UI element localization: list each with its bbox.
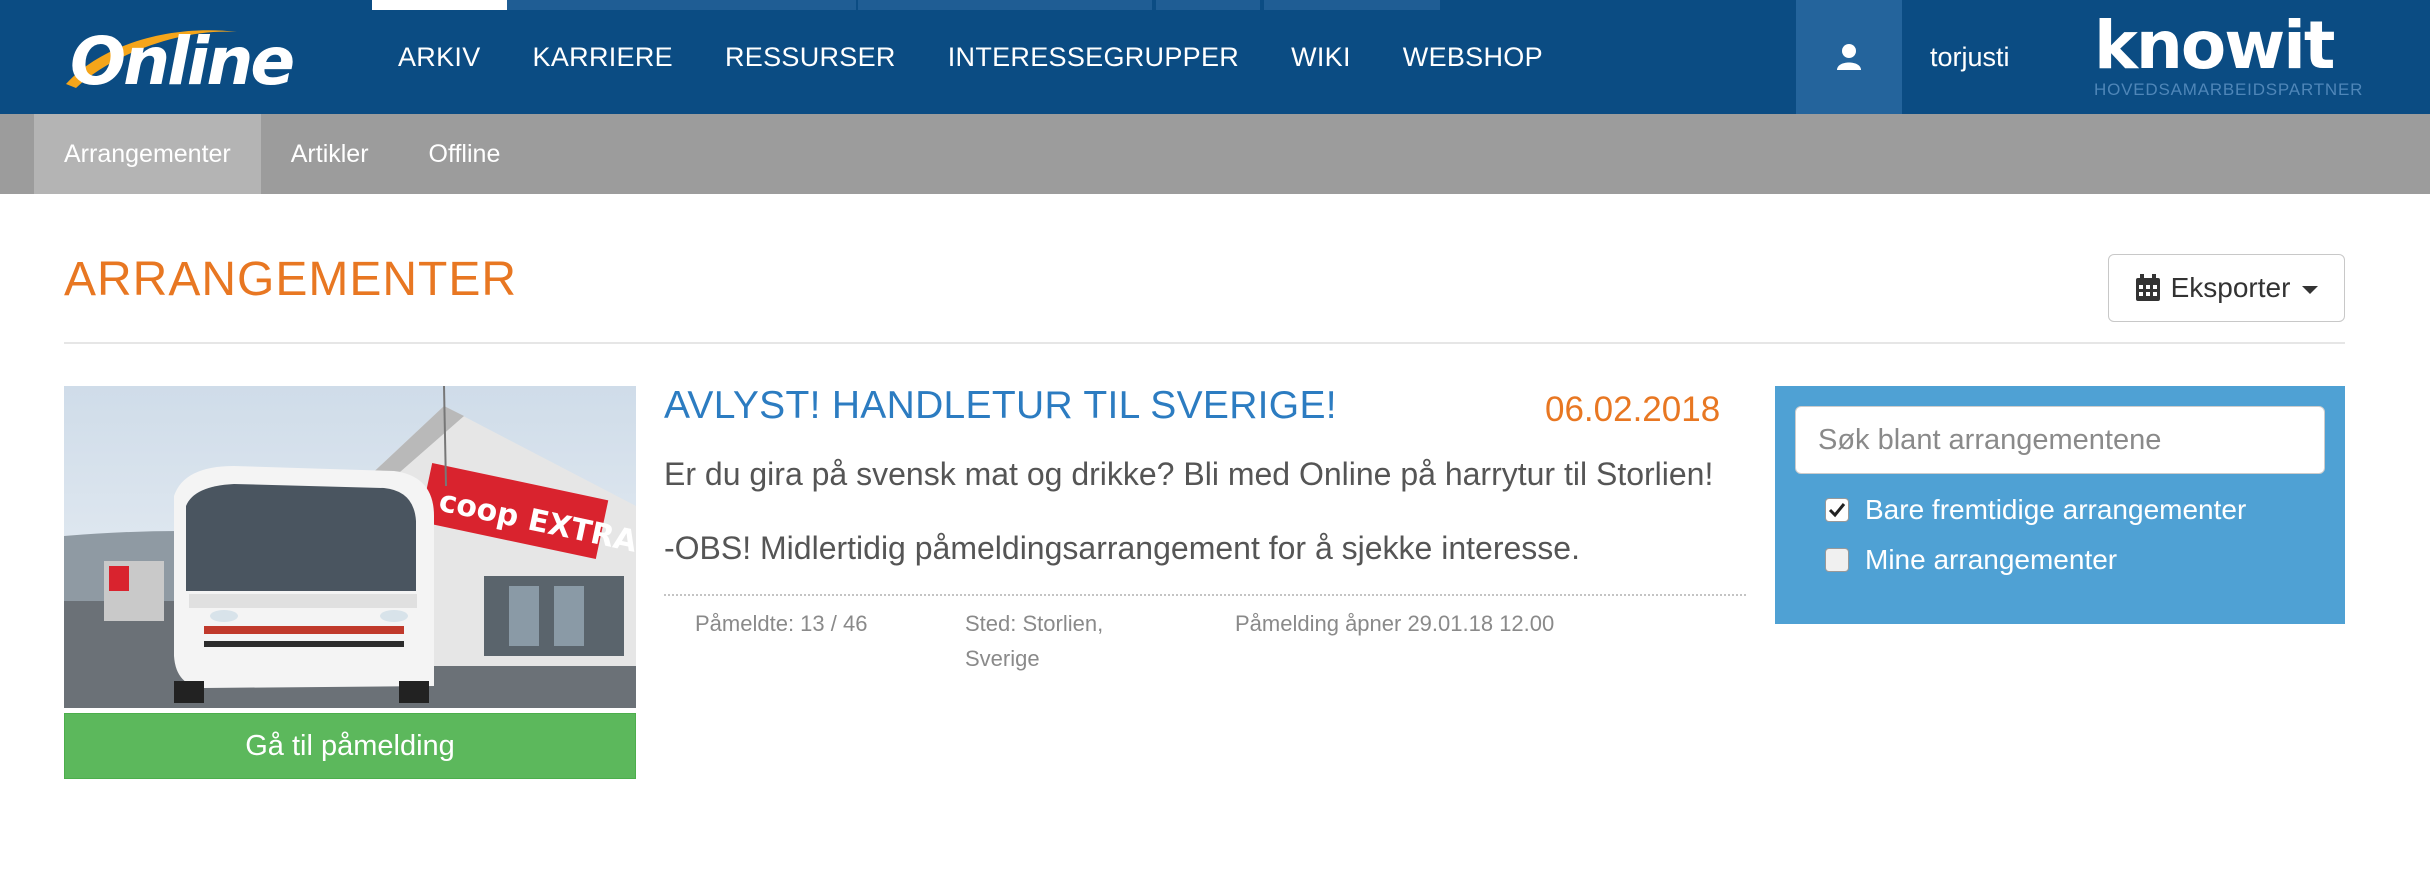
filter-option-label: Bare fremtidige arrangementer (1865, 494, 2247, 525)
nav-item-wiki[interactable]: WIKI (1265, 0, 1377, 114)
top-navbar: Online ARKIV KARRIERE RESSURSER INTERESS… (0, 0, 2430, 114)
export-label: Eksporter (2170, 272, 2291, 303)
filter-future-events[interactable]: Bare fremtidige arrangementer (1825, 494, 2246, 526)
nav-item-karriere[interactable]: KARRIERE (507, 0, 699, 114)
checkbox-unchecked[interactable] (1825, 548, 1849, 572)
page-title: ARRANGEMENTER (64, 253, 518, 306)
sub-navbar: Arrangementer Artikler Offline (0, 114, 2430, 194)
main-nav: ARKIV KARRIERE RESSURSER INTERESSEGRUPPE… (372, 0, 1569, 114)
event-description: Er du gira på svensk mat og drikke? Bli … (664, 456, 1714, 492)
signup-button[interactable]: Gå til påmelding (64, 713, 636, 779)
svg-text:Online: Online (70, 23, 293, 100)
nav-item-webshop[interactable]: WEBSHOP (1377, 0, 1569, 114)
header-divider (64, 342, 2345, 344)
nav-item-interessegrupper[interactable]: INTERESSEGRUPPER (922, 0, 1265, 114)
filter-panel: Bare fremtidige arrangementer Mine arran… (1775, 386, 2345, 624)
subnav-item-arrangementer[interactable]: Arrangementer (34, 114, 261, 194)
checkbox-checked[interactable] (1825, 498, 1849, 522)
subnav-item-artikler[interactable]: Artikler (261, 114, 399, 194)
partner-logo[interactable]: knowit HOVEDSAMARBEIDSPARTNER (2094, 7, 2364, 108)
event-date: 06.02.2018 (1545, 390, 1721, 429)
event-registration-info: Påmelding åpner 29.01.18 12.00 (1235, 611, 1555, 636)
partner-name: knowit (2094, 7, 2335, 84)
caret-down-icon (2302, 286, 2319, 294)
event-image[interactable]: coop EXTRA (64, 386, 636, 708)
event-location-line: Sted: Storlien, (965, 611, 1104, 636)
calendar-icon (2135, 274, 2160, 301)
event-divider (664, 594, 1746, 596)
subnav-item-offline[interactable]: Offline (399, 114, 531, 194)
event-note: -OBS! Midlertidig påmeldingsarrangement … (664, 530, 1580, 566)
event-title-link[interactable]: AVLYST! HANDLETUR TIL SVERIGE! (664, 384, 1337, 428)
search-input[interactable] (1795, 406, 2325, 474)
nav-item-arkiv[interactable]: ARKIV (372, 0, 507, 114)
event-attendees: Påmeldte: 13 / 46 (695, 611, 868, 636)
nav-item-ressurser[interactable]: RESSURSER (699, 0, 922, 114)
user-icon (1837, 44, 1861, 70)
filter-option-label: Mine arrangementer (1865, 544, 2118, 575)
checkmark-icon (1828, 503, 1846, 518)
filter-my-events[interactable]: Mine arrangementer (1825, 544, 2117, 576)
username-link[interactable]: torjusti (1930, 0, 2010, 114)
online-logo[interactable]: Online (62, 14, 347, 100)
bus-photo: coop EXTRA (64, 386, 636, 708)
event-location-line: Sverige (965, 646, 1040, 671)
sub-nav: Arrangementer Artikler Offline (34, 114, 530, 194)
partner-tagline: HOVEDSAMARBEIDSPARTNER (2094, 80, 2364, 99)
export-button[interactable]: Eksporter (2108, 254, 2345, 322)
user-menu-button[interactable] (1796, 0, 1902, 114)
event-location: Sted: Storlien, Sverige (965, 606, 1103, 676)
